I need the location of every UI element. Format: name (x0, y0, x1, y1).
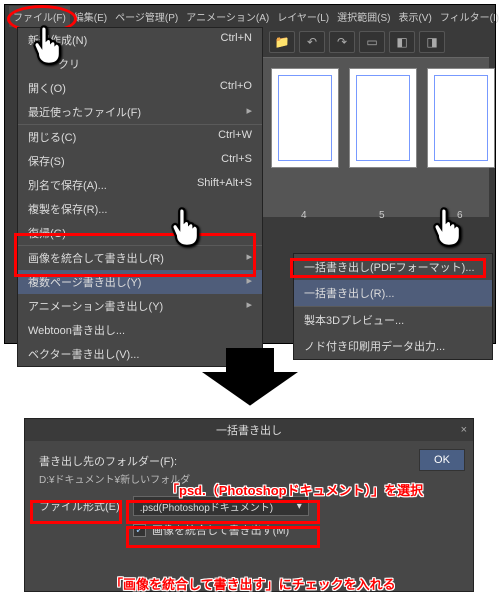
dialog-title: 一括書き出し (216, 422, 282, 438)
menu-layer[interactable]: レイヤー(L) (273, 6, 333, 27)
annotation-2: 「画像を統合して書き出す」にチェックを入れる (110, 574, 396, 593)
page-thumb-4[interactable] (271, 68, 339, 168)
submenu-preview[interactable]: 製本3Dプレビュー... (294, 306, 492, 333)
page-thumbnails: 4 5 6 (263, 57, 489, 217)
export-submenu: 一括書き出し(PDFフォーマット)... 一括書き出し(R)... 製本3Dプレ… (293, 253, 493, 360)
menu-revert[interactable]: 復帰(G) (18, 221, 262, 245)
down-arrow-icon (202, 348, 298, 414)
page-thumb-5[interactable] (349, 68, 417, 168)
pointer-hand-icon (428, 204, 472, 248)
menu-anim[interactable]: アニメーション(A) (182, 6, 273, 27)
dialog-titlebar: 一括書き出し × (25, 419, 473, 441)
menu-save[interactable]: 保存(S)Ctrl+S (18, 149, 262, 173)
page-num: 5 (379, 210, 385, 221)
page-thumb-6[interactable] (427, 68, 495, 168)
folder-label: 書き出し先のフォルダー(F): (39, 453, 459, 469)
menu-page[interactable]: ページ管理(P) (111, 6, 182, 27)
toolbar-btn5-icon[interactable]: ◧ (389, 31, 415, 53)
toolbar: 📁 ↶ ↷ ▭ ◧ ◨ (263, 27, 495, 57)
menu-webtoon[interactable]: Webtoon書き出し... (18, 318, 262, 342)
app-window: ファイル(F) 編集(E) ページ管理(P) アニメーション(A) レイヤー(L… (4, 4, 496, 344)
merge-checkbox[interactable]: ✓ (133, 524, 146, 537)
submenu-print[interactable]: ノド付き印刷用データ出力... (294, 333, 492, 359)
pointer-hand-icon (28, 22, 72, 66)
export-dialog: 一括書き出し × 書き出し先のフォルダー(F): D:¥ドキュメント¥新しいフォ… (24, 418, 474, 592)
menu-multi-export[interactable]: 複数ページ書き出し(Y)▸ (18, 270, 262, 294)
close-icon[interactable]: × (461, 424, 467, 436)
menu-savedup[interactable]: 複製を保存(R)... (18, 197, 262, 221)
submenu-batch[interactable]: 一括書き出し(R)... (294, 280, 492, 306)
menu-filter[interactable]: フィルター(I) (436, 6, 500, 27)
pointer-hand-icon (166, 204, 210, 248)
menu-close[interactable]: 閉じる(C)Ctrl+W (18, 124, 262, 149)
format-value: .psd(Photoshopドキュメント) (140, 499, 273, 514)
toolbar-undo-icon[interactable]: ↶ (299, 31, 325, 53)
menu-saveas[interactable]: 別名で保存(A)...Shift+Alt+S (18, 173, 262, 197)
menu-open[interactable]: 開く(O)Ctrl+O (18, 76, 262, 100)
toolbar-redo-icon[interactable]: ↷ (329, 31, 355, 53)
menu-sel[interactable]: 選択範囲(S) (333, 6, 394, 27)
submenu-pdf[interactable]: 一括書き出し(PDFフォーマット)... (294, 254, 492, 280)
toolbar-folder-icon[interactable]: 📁 (269, 31, 295, 53)
toolbar-btn4-icon[interactable]: ▭ (359, 31, 385, 53)
ok-button[interactable]: OK (419, 449, 465, 471)
chevron-down-icon: ▾ (297, 501, 302, 512)
merge-checkbox-label: 画像を統合して書き出す(M) (152, 522, 289, 538)
menu-merge-export[interactable]: 画像を統合して書き出し(R)▸ (18, 245, 262, 270)
file-dropdown: 新規作成(N)Ctrl+N クリ 開く(O)Ctrl+O 最近使ったファイル(F… (17, 27, 263, 367)
menu-anim-export[interactable]: アニメーション書き出し(Y)▸ (18, 294, 262, 318)
toolbar-btn6-icon[interactable]: ◨ (419, 31, 445, 53)
menu-bar: ファイル(F) 編集(E) ページ管理(P) アニメーション(A) レイヤー(L… (5, 5, 495, 27)
menu-view[interactable]: 表示(V) (394, 6, 435, 27)
annotation-1: 「psd.（Photoshopドキュメント）」を選択 (166, 480, 423, 499)
format-select[interactable]: .psd(Photoshopドキュメント) ▾ (133, 496, 309, 516)
format-label: ファイル形式(E): (39, 498, 123, 514)
menu-edit[interactable]: 編集(E) (70, 6, 111, 27)
menu-recent[interactable]: 最近使ったファイル(F)▸ (18, 100, 262, 124)
page-num: 4 (301, 210, 307, 221)
